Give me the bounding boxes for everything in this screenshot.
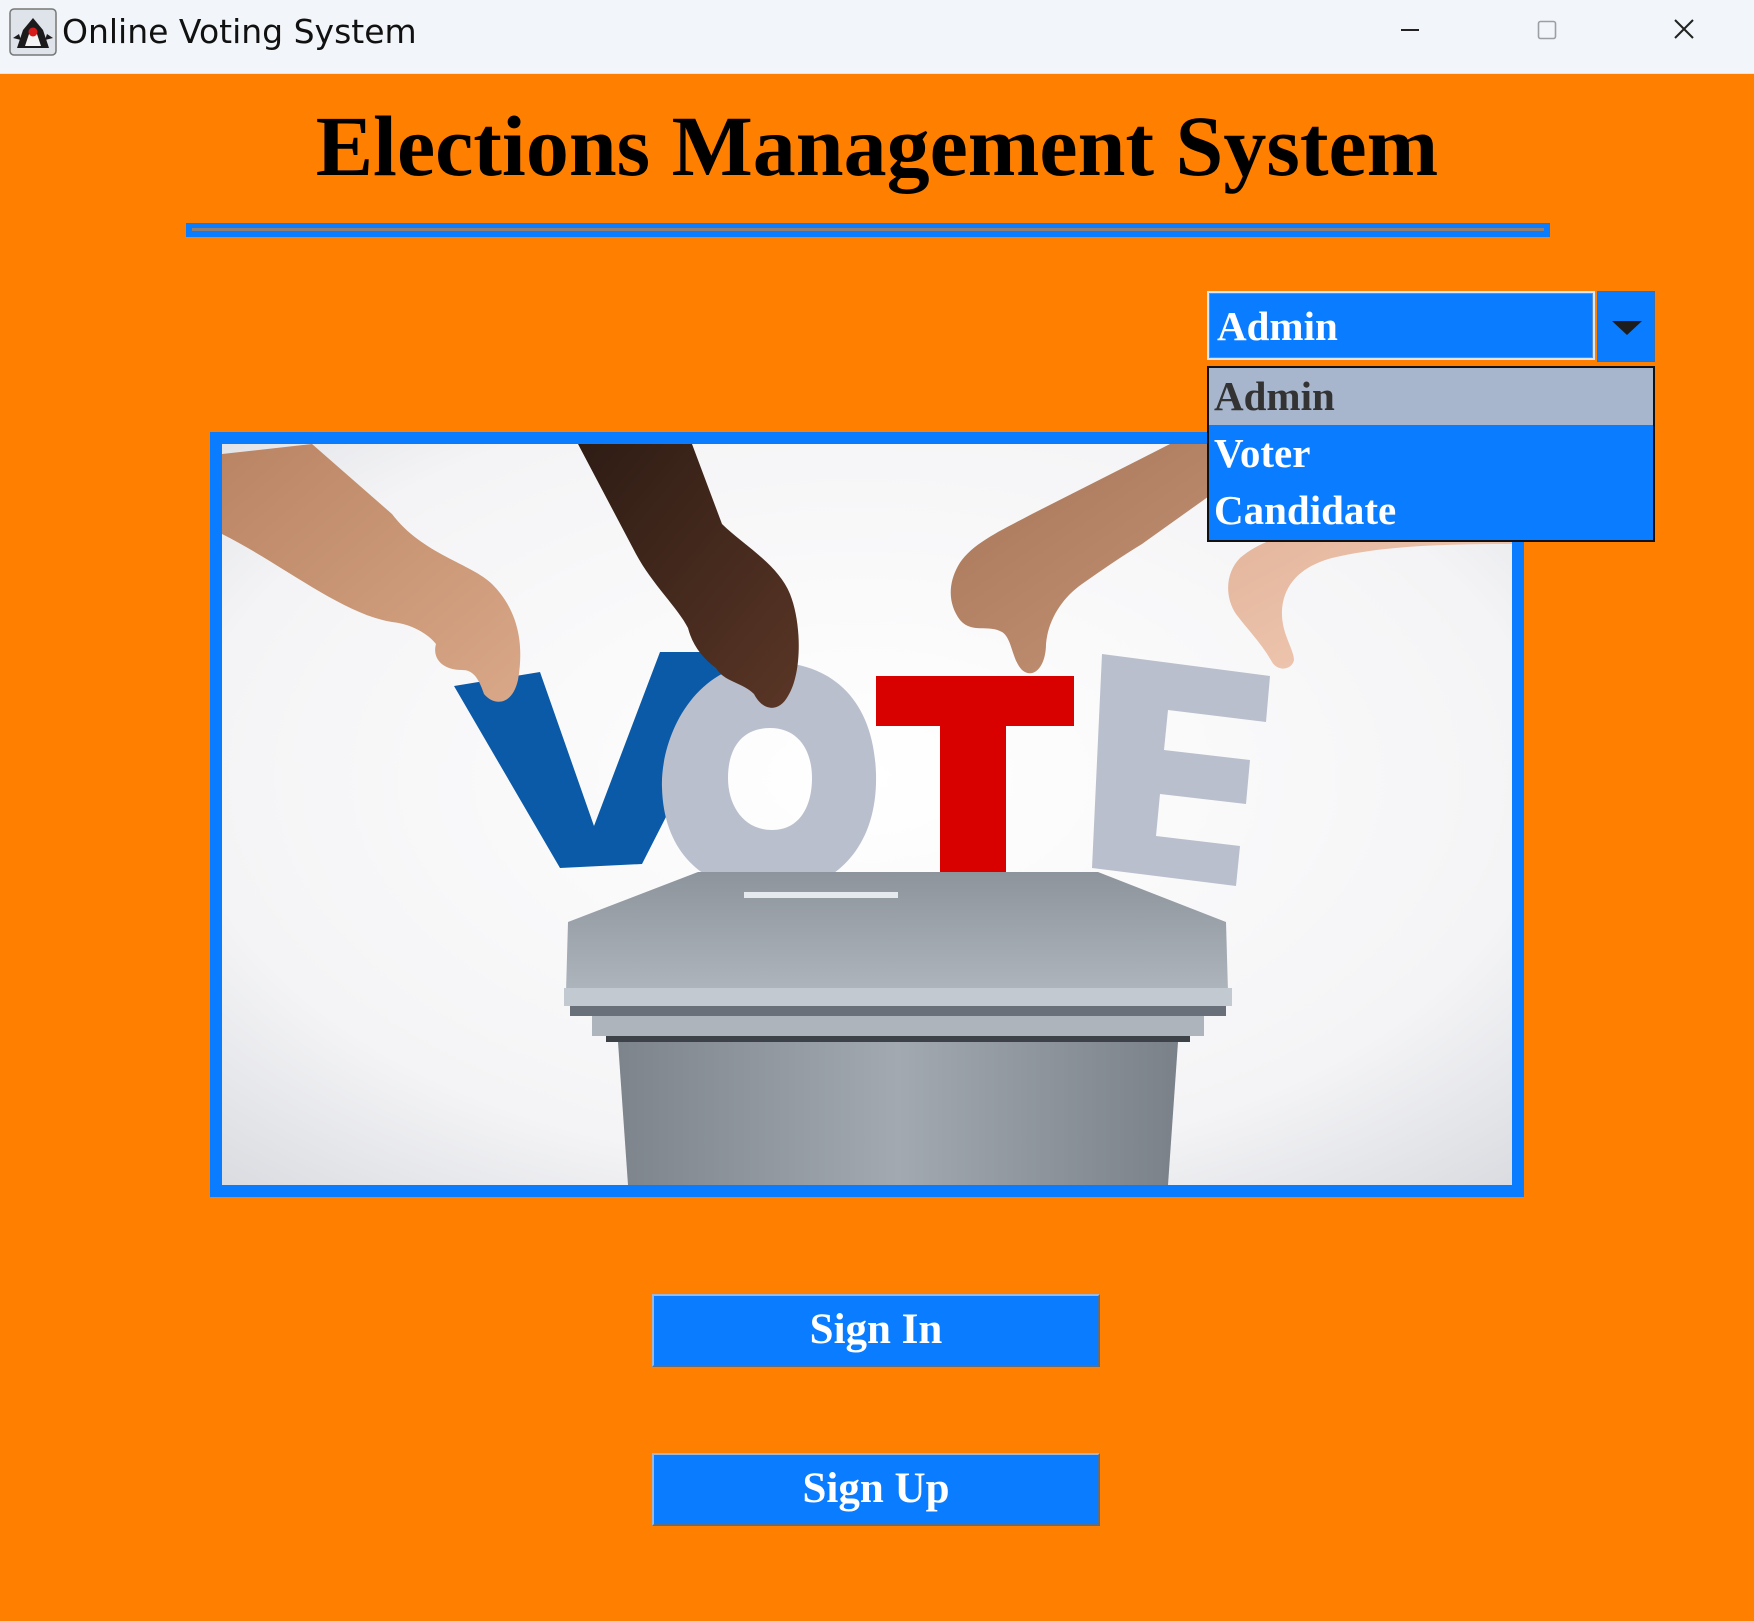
page-title: Elections Management System	[315, 98, 1439, 194]
ballot-slot	[744, 892, 898, 898]
window-title: Online Voting System	[62, 12, 417, 51]
role-select-toggle[interactable]	[1597, 291, 1655, 362]
sign-in-button[interactable]: Sign In	[652, 1294, 1100, 1367]
sign-up-button[interactable]: Sign Up	[652, 1453, 1100, 1526]
vote-ballot-box-illustration	[222, 444, 1512, 1185]
vote-illustration	[222, 444, 1512, 1185]
title-underline	[186, 223, 1550, 237]
vote-banner-image	[210, 432, 1524, 1197]
title-bar[interactable]: Online Voting System	[0, 0, 1754, 74]
close-icon[interactable]	[1624, 0, 1744, 60]
minimize-icon[interactable]	[1350, 0, 1470, 60]
role-select-dropdown: Admin Voter Candidate	[1207, 366, 1655, 542]
ballot-box-body	[618, 1042, 1178, 1185]
role-select[interactable]: Admin	[1207, 291, 1655, 364]
role-select-value: Admin	[1217, 303, 1338, 349]
java-duke-icon	[9, 8, 57, 56]
role-select-field[interactable]: Admin	[1207, 291, 1595, 360]
maximize-icon[interactable]	[1487, 0, 1607, 60]
app-window: Online Voting System Elections Managemen…	[0, 0, 1754, 1621]
chevron-down-icon	[1612, 321, 1642, 335]
role-option-candidate[interactable]: Candidate	[1209, 482, 1653, 539]
ballot-box-lid	[566, 872, 1228, 992]
role-option-voter[interactable]: Voter	[1209, 425, 1653, 482]
role-option-admin[interactable]: Admin	[1209, 368, 1653, 425]
